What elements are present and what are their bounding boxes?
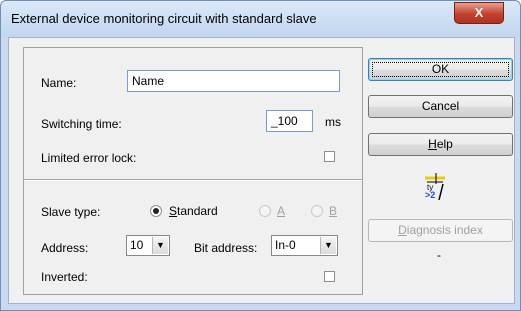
limited-error-lock-label: Limited error lock: [41,151,137,165]
bit-address-value: In-0 [275,238,296,252]
limited-error-lock-checkbox[interactable] [324,151,335,162]
cancel-button-label: Cancel [421,99,460,113]
bit-address-label: Bit address: [194,241,258,255]
diagnosis-value: - [437,248,441,262]
slave-type-b-label: B [329,204,338,218]
switching-time-label: Switching time: [41,117,122,131]
cancel-button[interactable]: Cancel [368,95,513,118]
address-label: Address: [41,241,89,255]
address-select[interactable]: 10 ▼ [126,235,170,256]
name-label: Name: [41,76,77,90]
title-bar[interactable]: External device monitoring circuit with … [1,1,520,37]
diagnosis-index-button: Diagnosis index [368,219,513,242]
svg-text:>2: >2 [425,190,435,200]
chevron-down-icon[interactable]: ▼ [320,237,336,254]
close-icon: X [474,5,484,20]
inverted-label: Inverted: [41,270,88,284]
slave-type-standard-label[interactable]: Standard [169,204,218,218]
ok-button[interactable]: OK [368,58,513,81]
close-button[interactable]: X [454,2,504,24]
dialog-window: External device monitoring circuit with … [0,0,521,311]
window-title: External device monitoring circuit with … [11,11,317,26]
name-input[interactable]: Name [127,70,340,92]
group-separator [24,179,362,181]
slave-type-b-radio [311,205,323,217]
help-button[interactable]: Help [368,133,513,156]
address-value: 10 [130,238,144,252]
settings-group: Name: Name Switching time: _100 ms Limit… [23,47,363,295]
inverted-checkbox[interactable] [324,271,335,282]
switching-time-input[interactable]: _100 [266,110,313,132]
logic-block-icon: ty >2 [423,172,453,202]
dialog-client-area: Name: Name Switching time: _100 ms Limit… [8,37,515,304]
focus-rect [372,62,509,77]
slave-type-a-radio [259,205,271,217]
help-button-label: Help [428,137,453,151]
slave-type-a-label: A [277,204,286,218]
slave-type-standard-radio[interactable] [150,205,162,217]
switching-time-unit: ms [325,115,341,129]
bit-address-select[interactable]: In-0 ▼ [271,235,338,256]
chevron-down-icon[interactable]: ▼ [152,237,168,254]
diagnosis-index-label: Diagnosis index [398,223,483,237]
slave-type-label: Slave type: [41,205,101,219]
